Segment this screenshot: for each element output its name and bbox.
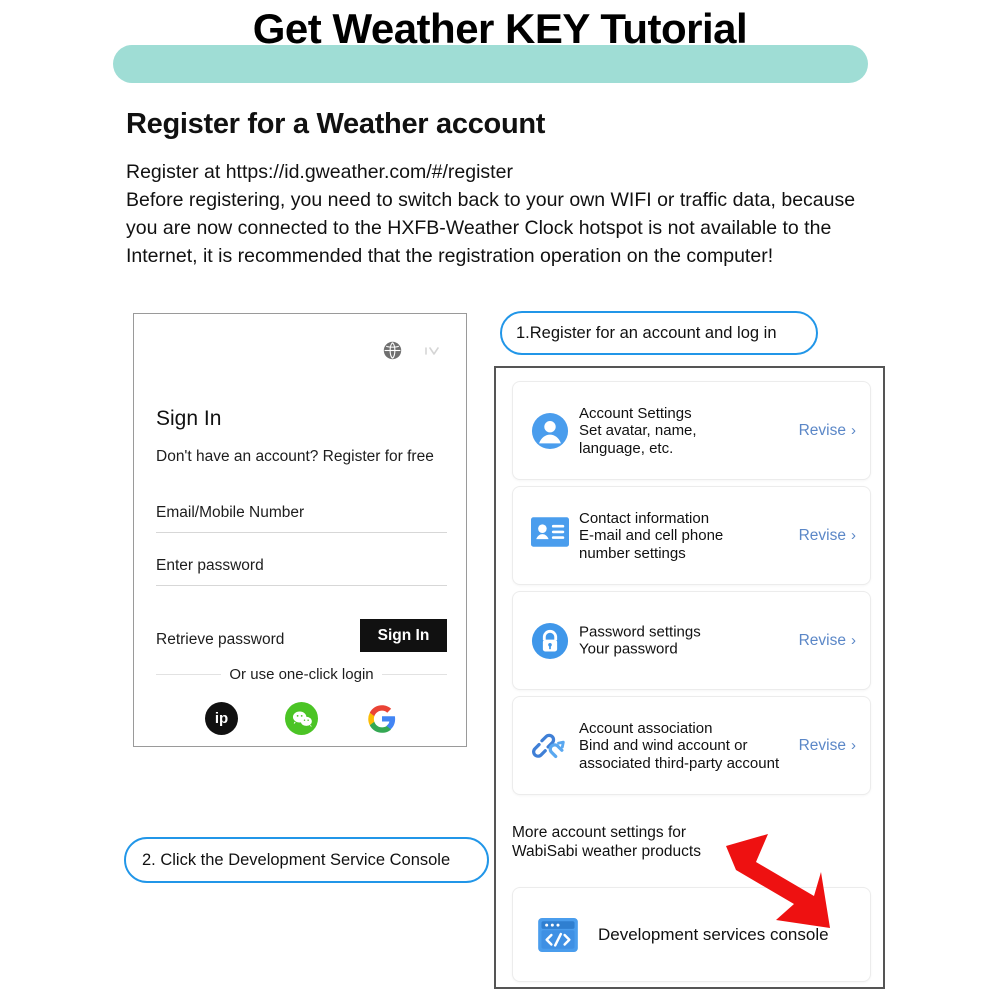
paragraph-line: Before registering, you need to switch b… — [126, 189, 856, 211]
paragraph-line: you are now connected to the HXFB-Weathe… — [126, 217, 832, 239]
setting-row-desc-line: E-mail and cell phone — [579, 526, 724, 544]
setting-row-text: Account association Bind and wind accoun… — [579, 719, 779, 772]
setting-row-account-association[interactable]: Account association Bind and wind accoun… — [512, 696, 871, 795]
social-login-row: ip — [156, 702, 447, 735]
chevron-right-icon: › — [851, 737, 856, 754]
setting-row-desc-line: number settings — [579, 544, 686, 562]
contact-card-icon — [531, 516, 569, 555]
password-field-label: Enter password — [156, 557, 264, 574]
tutorial-page: Get Weather KEY Tutorial Register for a … — [0, 0, 1000, 1000]
code-window-icon — [538, 917, 578, 952]
google-login-icon[interactable] — [365, 702, 398, 735]
callout-step-1: 1.Register for an account and log in — [500, 311, 818, 355]
setting-row-desc-line: Set avatar, name, — [579, 421, 697, 439]
callout-step-1-label: 1.Register for an account and log in — [516, 323, 777, 342]
section-heading: Register for a Weather account — [126, 108, 546, 140]
setting-row-password-settings[interactable]: Password settings Your password Revise › — [512, 591, 871, 690]
header-banner: Get Weather KEY Tutorial — [0, 0, 1000, 92]
revise-label: Revise — [798, 736, 846, 754]
chain-link-icon — [531, 727, 569, 765]
chevron-right-icon: › — [851, 632, 856, 649]
chevron-down-icon[interactable] — [424, 345, 444, 357]
revise-link[interactable]: Revise › — [799, 422, 856, 440]
signin-register-link[interactable]: Don't have an account? Register for free — [156, 448, 434, 466]
email-field-underline — [156, 532, 447, 533]
retrieve-password-link[interactable]: Retrieve password — [156, 631, 284, 649]
wechat-login-icon[interactable] — [285, 702, 318, 735]
paragraph-line: Internet, it is recommended that the reg… — [126, 245, 774, 267]
setting-row-title: Contact information — [579, 509, 710, 527]
email-field[interactable]: Email/Mobile Number — [156, 504, 447, 533]
account-avatar-icon — [531, 412, 569, 450]
password-field[interactable]: Enter password — [156, 557, 447, 586]
divider-rule-left — [156, 674, 222, 675]
globe-icon[interactable] — [383, 341, 402, 360]
setting-row-desc-line: Your password — [579, 640, 678, 658]
one-click-login-divider: Or use one-click login — [156, 666, 448, 683]
setting-row-contact-information[interactable]: Contact information E-mail and cell phon… — [512, 486, 871, 585]
revise-link[interactable]: Revise › — [799, 527, 856, 545]
signin-title: Sign In — [156, 407, 222, 430]
revise-label: Revise — [798, 421, 846, 439]
page-title: Get Weather KEY Tutorial — [252, 5, 748, 52]
setting-row-title: Account Settings — [579, 404, 692, 422]
revise-label: Revise — [798, 526, 846, 544]
ip-login-label: ip — [214, 710, 229, 727]
more-settings-note: More account settings for WabiSabi weath… — [512, 823, 762, 861]
callout-step-2-label: 2. Click the Development Service Console — [142, 850, 451, 869]
revise-link[interactable]: Revise › — [799, 632, 856, 650]
signin-card: Sign In Don't have an account? Register … — [133, 313, 467, 747]
more-settings-note-line: More account settings for — [512, 824, 687, 841]
chevron-right-icon: › — [851, 422, 856, 439]
setting-row-text: Contact information E-mail and cell phon… — [579, 509, 723, 562]
revise-link[interactable]: Revise › — [799, 737, 856, 755]
ip-login-icon[interactable]: ip — [205, 702, 238, 735]
setting-row-text: Password settings Your password — [579, 623, 701, 658]
development-services-console-row[interactable]: Development services console — [512, 887, 871, 982]
one-click-login-label: Or use one-click login — [229, 666, 374, 683]
callout-step-2: 2. Click the Development Service Console — [124, 837, 489, 883]
setting-row-account-settings[interactable]: Account Settings Set avatar, name, langu… — [512, 381, 871, 480]
development-services-console-label: Development services console — [598, 924, 829, 944]
setting-row-desc-line: associated third-party account — [579, 754, 780, 772]
chevron-right-icon: › — [851, 527, 856, 544]
sign-in-button[interactable]: Sign In — [360, 619, 447, 652]
revise-label: Revise — [798, 631, 846, 649]
signin-card-header-icons — [383, 341, 444, 360]
setting-row-title: Account association — [579, 719, 713, 737]
divider-rule-right — [381, 674, 448, 675]
account-settings-panel: Account Settings Set avatar, name, langu… — [494, 366, 885, 989]
paragraph-line: Register at https://id.gweather.com/#/re… — [126, 161, 513, 183]
setting-row-title: Password settings — [579, 623, 701, 640]
setting-row-text: Account Settings Set avatar, name, langu… — [579, 404, 697, 457]
intro-paragraph: Register at https://id.gweather.com/#/re… — [126, 158, 926, 270]
password-field-underline — [156, 585, 447, 586]
lock-icon — [531, 622, 569, 660]
setting-row-desc-line: Bind and wind account or — [579, 736, 748, 754]
setting-row-desc-line: language, etc. — [579, 439, 674, 457]
more-settings-note-line: WabiSabi weather products — [512, 843, 701, 860]
email-field-label: Email/Mobile Number — [156, 504, 305, 521]
